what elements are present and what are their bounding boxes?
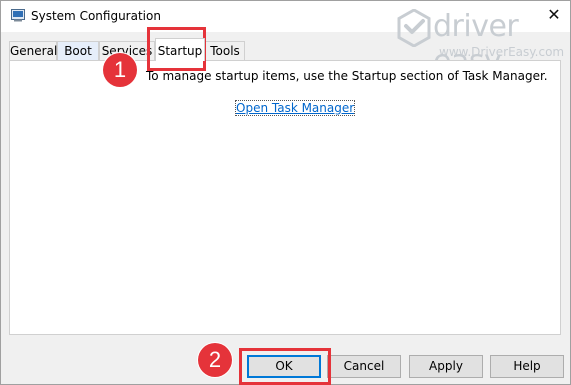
- tab-tools[interactable]: Tools: [205, 41, 245, 60]
- msconfig-app-icon: [11, 9, 25, 22]
- system-configuration-window: System Configuration ✕ driver easy www.D…: [0, 0, 571, 385]
- watermark: driver easy www.DriverEasy.com: [397, 7, 567, 79]
- step-marker-2: 2: [198, 343, 232, 377]
- open-task-manager-link[interactable]: Open Task Manager: [234, 100, 356, 116]
- step-marker-1: 1: [103, 53, 137, 87]
- startup-info-text: To manage startup items, use the Startup…: [146, 69, 548, 83]
- cancel-button[interactable]: Cancel: [327, 355, 401, 378]
- tab-general[interactable]: General: [9, 41, 57, 60]
- tab-boot[interactable]: Boot: [57, 41, 99, 60]
- watermark-url: www.DriverEasy.com: [439, 45, 565, 59]
- ok-button[interactable]: OK: [247, 355, 321, 378]
- help-button[interactable]: Help: [490, 355, 564, 378]
- tab-startup[interactable]: Startup: [155, 38, 205, 61]
- window-title: System Configuration: [31, 9, 161, 23]
- driver-easy-logo: [397, 9, 431, 47]
- apply-button[interactable]: Apply: [409, 355, 483, 378]
